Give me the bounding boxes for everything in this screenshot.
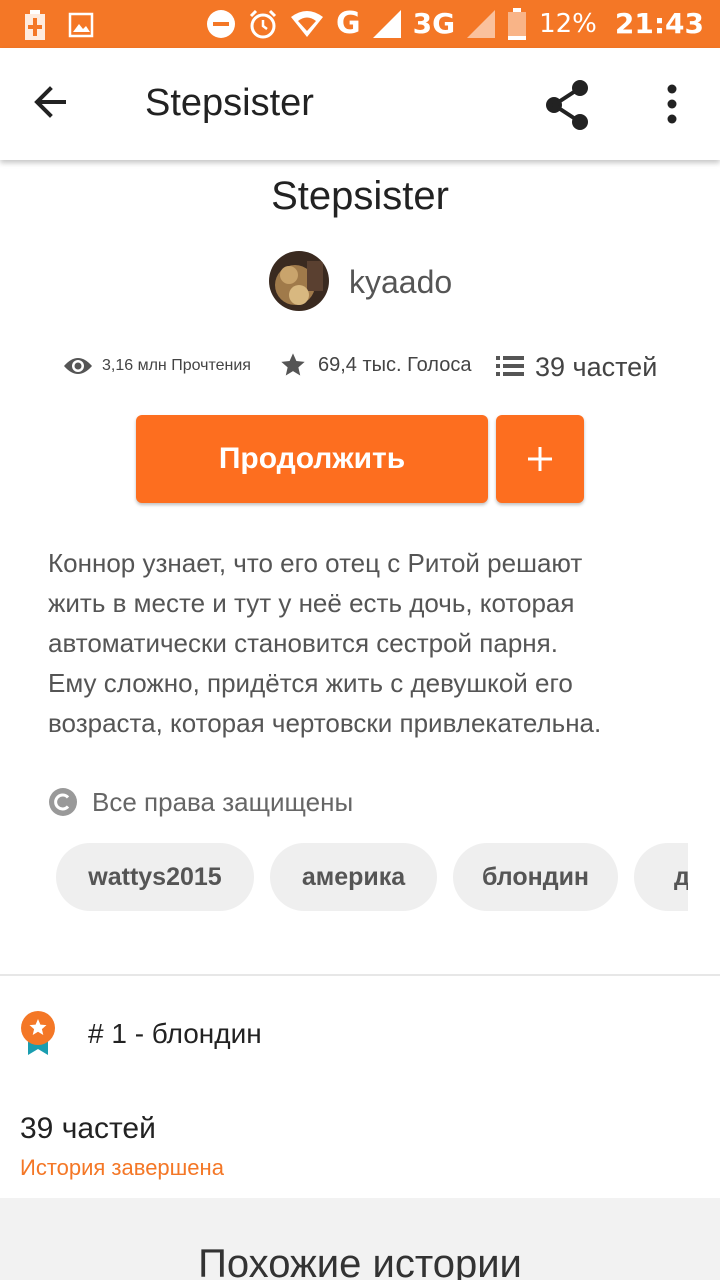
network-g-label: G [335,6,361,41]
tag-chip[interactable]: америка [270,843,437,911]
clock: 21:43 [614,7,704,40]
app-bar: Stepsister [0,48,720,160]
list-icon [496,356,524,376]
similar-stories-section: Похожие истории [0,1198,720,1280]
plus-icon [528,447,552,471]
reads-count: 3,16 млн Прочтения [102,357,251,374]
signal-icon [467,9,496,38]
description-line: жить в месте и тут у неё есть дочь, кото… [48,588,575,618]
alarm-icon [249,9,277,38]
description-line: Коннор узнает, что его отец с Ритой реша… [48,548,583,578]
author-name[interactable]: kyaado [349,264,452,301]
story-stats: 3,16 млн Прочтения 69,4 тыс. Голоса 39 ч… [0,348,720,388]
battery-charging-icon [25,10,45,40]
copyright-text: Все права защищены [92,786,354,817]
completion-status: История завершена [20,1155,224,1180]
app-bar-title: Stepsister [145,82,314,124]
status-bar: G 3G 12% 21:43 [0,0,720,48]
tag-chip[interactable]: д [634,843,688,911]
ranking-text[interactable]: # 1 - блондин [88,1018,262,1050]
more-vert-icon[interactable] [656,82,688,126]
similar-stories-title: Похожие истории [198,1242,522,1280]
description-line: Ему сложно, придётся жить с девушкой его [48,668,573,698]
wifi-icon [290,10,323,37]
divider [0,974,720,976]
tag-chip[interactable]: блондин [453,843,618,911]
battery-icon [508,7,527,40]
parts-summary: 39 частей [20,1112,156,1145]
battery-percent: 12% [539,8,597,39]
story-description: Коннор узнает, что его отец с Ритой реша… [48,543,688,743]
continue-reading-button[interactable]: Продолжить [136,415,488,503]
parts-count: 39 частей [535,352,658,382]
signal-icon [372,9,401,38]
story-title: Stepsister [271,174,449,218]
do-not-disturb-icon [206,9,235,38]
avatar[interactable] [269,251,329,311]
tag-list: wattys2015 америка блондин д [56,843,688,911]
copyright-icon [49,788,77,816]
share-icon[interactable] [540,78,594,132]
image-icon [68,12,94,38]
ranking-badge-icon [21,1011,55,1055]
copyright-row: Все права защищены [48,784,353,820]
votes-count: 69,4 тыс. Голоса [318,354,472,376]
description-line: возраста, которая чертовски привлекатель… [48,708,602,738]
description-line: автоматически становится сестрой парня. [48,628,558,658]
tag-chip[interactable]: wattys2015 [56,843,254,911]
back-arrow-icon[interactable] [30,82,82,126]
star-icon [281,353,305,376]
eye-icon [64,358,92,374]
network-3g-label: 3G [412,7,456,40]
add-to-library-button[interactable] [496,415,584,503]
